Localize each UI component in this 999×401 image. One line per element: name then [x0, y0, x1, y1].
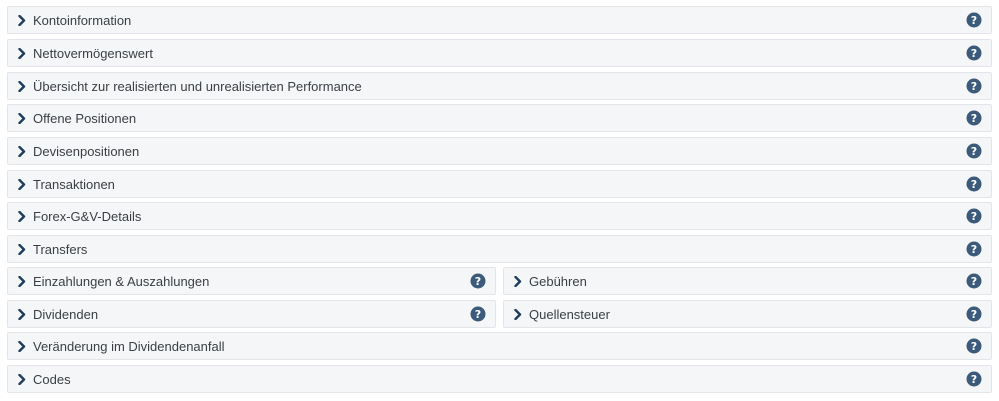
- section-devisenpositionen[interactable]: Devisenpositionen ?: [7, 137, 992, 165]
- section-transaktionen[interactable]: Transaktionen ?: [7, 170, 992, 198]
- section-row: Veränderung im Dividendenanfall ?: [7, 332, 992, 360]
- question-circle-icon[interactable]: ?: [966, 143, 982, 159]
- chevron-right-icon: [17, 47, 27, 59]
- chevron-right-icon: [17, 243, 27, 255]
- section-nettovermoegenswert[interactable]: Nettovermögenswert ?: [7, 39, 992, 67]
- question-circle-icon[interactable]: ?: [966, 338, 982, 354]
- section-title: Devisenpositionen: [33, 143, 140, 159]
- section-title: Dividenden: [33, 306, 99, 322]
- question-circle-icon[interactable]: ?: [966, 241, 982, 257]
- section-title: Einzahlungen & Auszahlungen: [33, 273, 210, 289]
- svg-text:?: ?: [971, 47, 977, 60]
- svg-text:?: ?: [475, 308, 481, 321]
- chevron-right-icon: [17, 340, 27, 352]
- section-performance[interactable]: Übersicht zur realisierten und unrealisi…: [7, 72, 992, 100]
- section-row: Forex-G&V-Details ?: [7, 202, 992, 230]
- section-offene-positionen[interactable]: Offene Positionen ?: [7, 104, 992, 132]
- section-title: Kontoinformation: [33, 12, 132, 28]
- question-circle-icon[interactable]: ?: [966, 176, 982, 192]
- section-row: Transaktionen ?: [7, 170, 992, 198]
- section-title: Veränderung im Dividendenanfall: [33, 338, 225, 354]
- section-row: Übersicht zur realisierten und unrealisi…: [7, 72, 992, 100]
- section-gebuehren[interactable]: Gebühren ?: [503, 267, 992, 295]
- chevron-right-icon: [17, 373, 27, 385]
- section-title: Übersicht zur realisierten und unrealisi…: [33, 78, 362, 94]
- question-circle-icon[interactable]: ?: [966, 12, 982, 28]
- section-quellensteuer[interactable]: Quellensteuer ?: [503, 300, 992, 328]
- section-einzahlungen[interactable]: Einzahlungen & Auszahlungen ?: [7, 267, 496, 295]
- svg-text:?: ?: [971, 308, 977, 321]
- section-title: Codes: [33, 371, 71, 387]
- svg-text:?: ?: [971, 243, 977, 256]
- section-dividenden[interactable]: Dividenden ?: [7, 300, 496, 328]
- section-title: Offene Positionen: [33, 110, 137, 126]
- svg-text:?: ?: [971, 145, 977, 158]
- chevron-right-icon: [17, 178, 27, 190]
- question-circle-icon[interactable]: ?: [966, 273, 982, 289]
- svg-text:?: ?: [475, 275, 481, 288]
- chevron-right-icon: [513, 275, 523, 287]
- section-title: Gebühren: [529, 273, 587, 289]
- svg-text:?: ?: [971, 340, 977, 353]
- question-circle-icon[interactable]: ?: [470, 273, 486, 289]
- section-row: Einzahlungen & Auszahlungen ? Gebühren ?: [7, 267, 992, 295]
- svg-text:?: ?: [971, 210, 977, 223]
- section-codes[interactable]: Codes ?: [7, 365, 992, 393]
- question-circle-icon[interactable]: ?: [966, 306, 982, 322]
- question-circle-icon[interactable]: ?: [966, 110, 982, 126]
- section-row: Dividenden ? Quellensteuer ?: [7, 300, 992, 328]
- chevron-right-icon: [17, 80, 27, 92]
- section-transfers[interactable]: Transfers ?: [7, 235, 992, 263]
- question-circle-icon[interactable]: ?: [470, 306, 486, 322]
- section-row: Devisenpositionen ?: [7, 137, 992, 165]
- svg-text:?: ?: [971, 14, 977, 27]
- svg-text:?: ?: [971, 80, 977, 93]
- section-dividendenanfall[interactable]: Veränderung im Dividendenanfall ?: [7, 332, 992, 360]
- section-forex-details[interactable]: Forex-G&V-Details ?: [7, 202, 992, 230]
- chevron-right-icon: [17, 112, 27, 124]
- svg-text:?: ?: [971, 373, 977, 386]
- section-row: Kontoinformation ?: [7, 6, 992, 34]
- svg-text:?: ?: [971, 275, 977, 288]
- chevron-right-icon: [17, 145, 27, 157]
- section-row: Codes ?: [7, 365, 992, 393]
- section-title: Quellensteuer: [529, 306, 610, 322]
- section-row: Nettovermögenswert ?: [7, 39, 992, 67]
- question-circle-icon[interactable]: ?: [966, 371, 982, 387]
- chevron-right-icon: [17, 308, 27, 320]
- svg-text:?: ?: [971, 178, 977, 191]
- report-sections: Kontoinformation ? Nettovermögenswert ? …: [0, 0, 999, 401]
- section-kontoinformation[interactable]: Kontoinformation ?: [7, 6, 992, 34]
- question-circle-icon[interactable]: ?: [966, 78, 982, 94]
- section-title: Nettovermögenswert: [33, 45, 153, 61]
- section-title: Transaktionen: [33, 176, 115, 192]
- section-row: Transfers ?: [7, 235, 992, 263]
- question-circle-icon[interactable]: ?: [966, 45, 982, 61]
- section-title: Transfers: [33, 241, 88, 257]
- svg-text:?: ?: [971, 112, 977, 125]
- question-circle-icon[interactable]: ?: [966, 208, 982, 224]
- chevron-right-icon: [17, 14, 27, 26]
- section-title: Forex-G&V-Details: [33, 208, 142, 224]
- section-row: Offene Positionen ?: [7, 104, 992, 132]
- chevron-right-icon: [513, 308, 523, 320]
- chevron-right-icon: [17, 275, 27, 287]
- chevron-right-icon: [17, 210, 27, 222]
